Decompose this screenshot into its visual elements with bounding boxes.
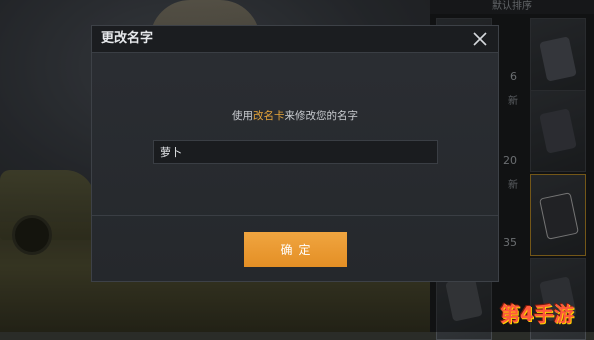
confirm-button[interactable]: 确定 [244, 232, 347, 267]
header-divider [92, 52, 498, 53]
rename-card-link: 改名卡 [253, 110, 285, 122]
hint-suffix: 来修改您的名字 [284, 110, 359, 122]
name-input[interactable] [153, 140, 438, 164]
watermark-text: 第4手游 [500, 302, 574, 326]
close-button[interactable] [470, 29, 490, 49]
rename-hint: 使用改名卡来修改您的名字 [92, 108, 498, 123]
dialog-title: 更改名字 [101, 31, 154, 46]
content-divider [92, 215, 498, 216]
close-icon [473, 32, 487, 46]
watermark-logo: 第4手游 [500, 298, 590, 328]
hint-prefix: 使用 [232, 110, 253, 122]
dialog-header: 更改名字 [92, 26, 498, 52]
rename-dialog: 更改名字 使用改名卡来修改您的名字 确定 [91, 25, 499, 282]
